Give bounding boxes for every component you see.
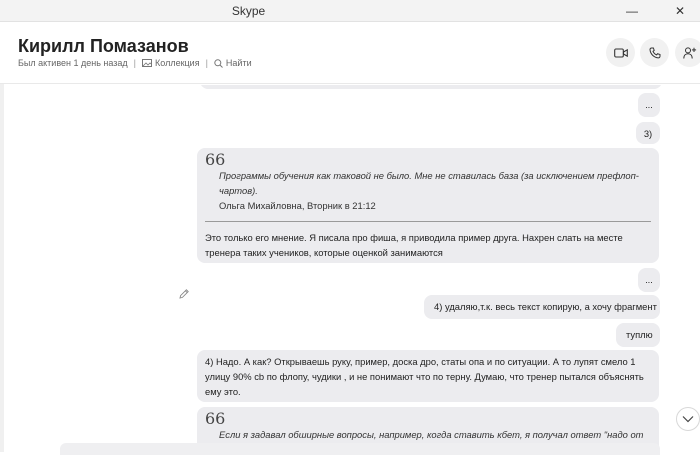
- gallery-label: Коллекция: [155, 58, 200, 68]
- quote-divider: [205, 221, 651, 222]
- video-call-button[interactable]: [606, 38, 635, 67]
- add-person-icon: [682, 46, 696, 59]
- message-list[interactable]: ... 3) 66 Программы обучения как таковой…: [4, 85, 700, 452]
- find-link[interactable]: Найти: [214, 58, 252, 68]
- quote-icon: 66: [205, 409, 226, 428]
- message-text: 4) Надо. А как? Открываешь руку, пример,…: [205, 356, 644, 397]
- scroll-to-bottom-button[interactable]: [676, 407, 700, 431]
- header-meta: Был активен 1 день назад | Коллекция | Н…: [18, 58, 252, 68]
- quote-block[interactable]: Если я задавал обширные вопросы, наприме…: [205, 427, 651, 442]
- message-bubble[interactable]: ...: [638, 268, 660, 292]
- message-composer[interactable]: [60, 443, 660, 455]
- message-bubble[interactable]: туплю: [616, 323, 660, 347]
- edit-pencil-icon[interactable]: [178, 288, 190, 300]
- separator: |: [133, 58, 137, 68]
- close-button[interactable]: ✕: [660, 0, 700, 22]
- phone-icon: [648, 47, 660, 58]
- quote-author: Ольга Михайловна, Вторник в 21:12: [219, 200, 376, 211]
- message-text: ...: [645, 99, 653, 110]
- message-bubble[interactable]: 4) Надо. А как? Открываешь руку, пример,…: [197, 350, 659, 402]
- message-text: 3): [643, 128, 653, 139]
- quote-text: Программы обучения как таковой не было. …: [219, 170, 639, 196]
- window-title: Skype: [231, 4, 266, 18]
- message-bubble[interactable]: 3): [636, 122, 660, 144]
- gallery-icon: [142, 59, 153, 67]
- gallery-link[interactable]: Коллекция: [142, 58, 200, 68]
- quote-text: Если я задавал обширные вопросы, наприме…: [219, 429, 644, 440]
- quote-block[interactable]: Программы обучения как таковой не было. …: [205, 168, 651, 213]
- find-label: Найти: [225, 58, 252, 68]
- message-bubble[interactable]: 4) удаляю,т.к. весь текст копирую, а хоч…: [424, 295, 660, 319]
- message-text: туплю: [626, 329, 653, 340]
- contact-name[interactable]: Кирилл Помазанов: [18, 36, 189, 57]
- video-camera-icon: [613, 47, 628, 58]
- last-seen-status: Был активен 1 день назад: [18, 58, 128, 68]
- title-bar: Skype — ✕: [0, 0, 700, 22]
- add-people-button[interactable]: [675, 38, 700, 67]
- separator: |: [205, 58, 208, 68]
- audio-call-button[interactable]: [640, 38, 669, 67]
- message-bubble-with-quote[interactable]: 66 Программы обучения как таковой не был…: [197, 148, 659, 263]
- message-bubble-partial: [200, 85, 662, 89]
- message-text: 4) удаляю,т.к. весь текст копирую, а хоч…: [434, 301, 657, 312]
- search-icon: [214, 58, 223, 68]
- conversation-header: Кирилл Помазанов Был активен 1 день наза…: [0, 22, 700, 84]
- message-text: ...: [645, 274, 653, 285]
- message-bubble[interactable]: ...: [638, 93, 660, 117]
- message-text: Это только его мнение. Я писала про фиша…: [205, 232, 623, 258]
- quote-icon: 66: [205, 150, 226, 169]
- minimize-button[interactable]: —: [612, 0, 652, 22]
- chevron-down-icon: [682, 416, 694, 423]
